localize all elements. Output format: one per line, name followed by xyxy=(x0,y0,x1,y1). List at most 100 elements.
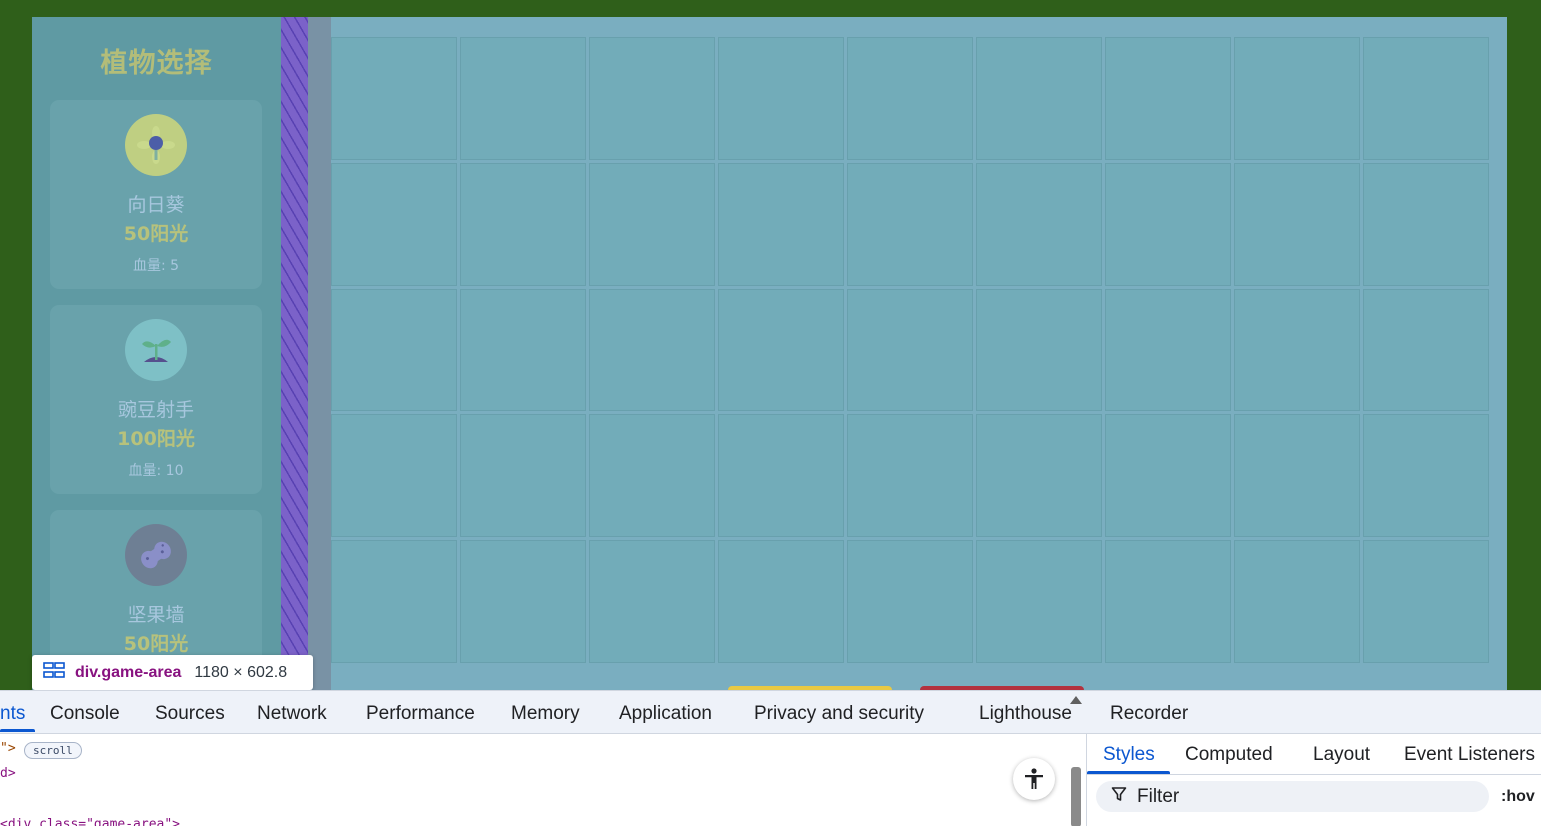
grid-cell[interactable] xyxy=(331,162,457,286)
grid-cell[interactable] xyxy=(976,162,1102,286)
elements-tree: "> scroll d> <div class="game-area"> xyxy=(0,696,1086,826)
active-side-tab-indicator xyxy=(1087,771,1170,774)
active-tab-indicator xyxy=(0,729,35,732)
tab-recorder[interactable]: Recorder xyxy=(1110,703,1188,725)
grid-cell[interactable] xyxy=(1363,37,1489,160)
grid-cell[interactable] xyxy=(847,162,973,286)
grid-cell[interactable] xyxy=(847,414,973,538)
grid-cell[interactable] xyxy=(1363,540,1489,663)
plant-cost: 50阳光 xyxy=(123,633,189,655)
tab-layout[interactable]: Layout xyxy=(1313,744,1370,766)
grid-cell[interactable] xyxy=(460,37,586,160)
screen: 植物选择 向日葵 50阳光 血量: 5 豌豆射手 100阳光 血量: 10 坚果… xyxy=(0,0,1541,826)
grid-cell[interactable] xyxy=(847,288,973,412)
plant-cost: 50阳光 xyxy=(123,223,189,245)
lawn-grid xyxy=(331,37,1489,663)
grid-cell[interactable] xyxy=(1234,37,1360,160)
dom-line[interactable]: "> xyxy=(0,741,16,756)
accessibility-icon[interactable] xyxy=(1013,758,1055,800)
plant-name: 豌豆射手 xyxy=(117,399,194,421)
tab-console[interactable]: Console xyxy=(50,703,120,725)
styles-pane: Styles Computed Layout Event Listeners F… xyxy=(1087,734,1541,826)
filter-placeholder: Filter xyxy=(1137,785,1180,807)
plant-hp: 血量: 10 xyxy=(128,463,184,479)
plant-cost: 100阳光 xyxy=(117,428,195,450)
grid-cell[interactable] xyxy=(460,162,586,286)
grid-cell[interactable] xyxy=(976,37,1102,160)
grid-cell[interactable] xyxy=(460,540,586,663)
grid-cell[interactable] xyxy=(1105,37,1231,160)
tab-memory[interactable]: Memory xyxy=(511,703,580,725)
grid-cell[interactable] xyxy=(976,288,1102,412)
game-area xyxy=(331,17,1507,700)
tab-lighthouse[interactable]: Lighthouse xyxy=(979,703,1072,725)
plant-name: 向日葵 xyxy=(127,194,185,216)
dom-line[interactable]: d> xyxy=(0,766,16,781)
grid-cell[interactable] xyxy=(331,540,457,663)
grid-cell[interactable] xyxy=(589,288,715,412)
grid-cell[interactable] xyxy=(718,37,844,160)
grid-cell[interactable] xyxy=(331,414,457,538)
sidebar-title: 植物选择 xyxy=(100,48,213,79)
grid-cell[interactable] xyxy=(589,414,715,538)
inspector-tooltip: div.game-area 1180 × 602.8 xyxy=(32,655,313,690)
plant-card-peashooter[interactable]: 豌豆射手 100阳光 血量: 10 xyxy=(50,305,262,494)
grid-cell[interactable] xyxy=(847,540,973,663)
grid-cell[interactable] xyxy=(1105,288,1231,412)
grid-cell[interactable] xyxy=(1105,162,1231,286)
tab-styles[interactable]: Styles xyxy=(1103,744,1155,766)
grid-cell[interactable] xyxy=(718,162,844,286)
sunflower-icon xyxy=(125,114,187,176)
tab-network[interactable]: Network xyxy=(257,703,327,725)
scroll-up-arrow-icon[interactable] xyxy=(1070,696,1082,704)
grid-cell[interactable] xyxy=(1363,288,1489,412)
grid-cell[interactable] xyxy=(1234,414,1360,538)
devtools-padding-highlight xyxy=(281,17,308,697)
tab-performance[interactable]: Performance xyxy=(366,703,475,725)
grid-cell[interactable] xyxy=(589,162,715,286)
grid-cell[interactable] xyxy=(976,414,1102,538)
dom-line[interactable]: <div class="game-area"> xyxy=(0,817,180,826)
grid-cell[interactable] xyxy=(1363,414,1489,538)
plant-card-sunflower[interactable]: 向日葵 50阳光 血量: 5 xyxy=(50,100,262,289)
grid-cell[interactable] xyxy=(1363,162,1489,286)
plant-sidebar: 植物选择 向日葵 50阳光 血量: 5 豌豆射手 100阳光 血量: 10 坚果… xyxy=(32,17,281,699)
layout-gap xyxy=(308,17,331,697)
grid-cell[interactable] xyxy=(718,540,844,663)
grid-cell[interactable] xyxy=(1234,540,1360,663)
tab-privacy-security[interactable]: Privacy and security xyxy=(754,703,924,725)
grid-cell[interactable] xyxy=(1105,414,1231,538)
tab-computed[interactable]: Computed xyxy=(1185,744,1273,766)
grid-cell[interactable] xyxy=(460,414,586,538)
grid-cell[interactable] xyxy=(331,37,457,160)
grid-cell[interactable] xyxy=(589,37,715,160)
tab-elements[interactable]: nts xyxy=(0,703,25,725)
styles-filter-input[interactable]: Filter xyxy=(1096,781,1489,812)
grid-cell[interactable] xyxy=(1105,540,1231,663)
game-container: 植物选择 向日葵 50阳光 血量: 5 豌豆射手 100阳光 血量: 10 坚果… xyxy=(32,17,1507,700)
sprout-icon xyxy=(125,319,187,381)
layout-grid-icon xyxy=(43,662,65,683)
grid-cell[interactable] xyxy=(718,414,844,538)
tab-sources[interactable]: Sources xyxy=(155,703,225,725)
tab-event-listeners[interactable]: Event Listeners xyxy=(1404,744,1535,766)
inspector-tag: div.game-area xyxy=(75,663,182,681)
tab-application[interactable]: Application xyxy=(619,703,712,725)
grid-cell[interactable] xyxy=(331,288,457,412)
filter-icon xyxy=(1111,786,1127,807)
grid-cell[interactable] xyxy=(847,37,973,160)
wallnut-icon xyxy=(125,524,187,586)
grid-cell[interactable] xyxy=(589,540,715,663)
grid-cell[interactable] xyxy=(976,540,1102,663)
hov-toggle[interactable]: :hov xyxy=(1501,788,1535,806)
inspector-size: 1180 × 602.8 xyxy=(194,663,288,681)
scroll-badge[interactable]: scroll xyxy=(24,742,82,759)
grid-cell[interactable] xyxy=(1234,162,1360,286)
grid-cell[interactable] xyxy=(718,288,844,412)
styles-tabbar: Styles Computed Layout Event Listeners xyxy=(1087,734,1541,775)
grid-cell[interactable] xyxy=(1234,288,1360,412)
scrollbar-thumb[interactable] xyxy=(1071,767,1081,826)
grid-cell[interactable] xyxy=(460,288,586,412)
plant-hp: 血量: 5 xyxy=(132,258,180,274)
plant-name: 坚果墙 xyxy=(127,604,185,626)
